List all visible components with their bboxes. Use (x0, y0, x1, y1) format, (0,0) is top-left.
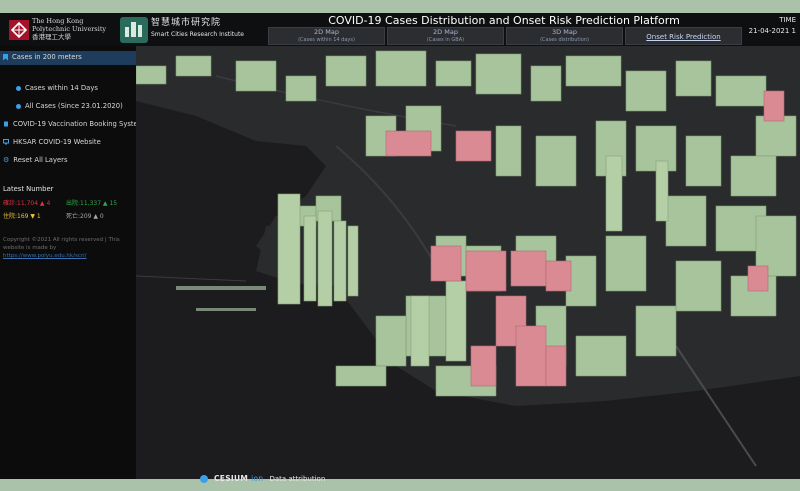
sidebar-item-reset-layers[interactable]: ⚙ Reset All Layers (3, 156, 68, 164)
dot-icon (16, 85, 21, 91)
cesium-logo-text: CESIUM ion (214, 474, 264, 483)
institute-name: 智慧城市研究院 Smart Cities Research Institute (151, 18, 245, 38)
sidebar-item-label: Cases in 200 meters (12, 53, 82, 61)
map-tabs: 2D Map (Cases within 14 days) 2D Map (Case… (268, 27, 744, 45)
data-attribution-link[interactable]: Data attribution (269, 475, 325, 483)
map-canvas (136, 46, 800, 479)
sidebar-item-label: Cases within 14 Days (25, 84, 98, 92)
sidebar-item-label: Reset All Layers (13, 156, 68, 164)
sidebar-item-vaccination-booking[interactable]: COVID-19 Vaccination Booking System (3, 120, 144, 128)
app-window: The Hong Kong Polytechnic University 香港理… (0, 13, 800, 483)
deaths-stat: 死亡:209 ▲ 0 (66, 213, 104, 220)
page-title: COVID-19 Cases Distribution and Onset Ri… (328, 14, 680, 27)
sidebar-item-cases-14-days[interactable]: Cases within 14 Days (16, 84, 98, 92)
sidebar-item-hksar-website[interactable]: HKSAR COVID-19 Website (3, 138, 101, 146)
sidebar-item-label: COVID-19 Vaccination Booking System (13, 120, 145, 128)
polyu-logo-icon (9, 20, 29, 40)
dot-icon (16, 103, 21, 109)
scri-logo-icon (120, 17, 148, 43)
gear-icon: ⚙ (3, 156, 10, 164)
recovered-stat: 出院:11,337 ▲ 15 (66, 200, 118, 207)
tab-2d-map-gba[interactable]: 2D Map (Cases in GBA) (387, 27, 504, 45)
sidebar-item-cases-200m[interactable]: Cases in 200 meters (3, 53, 82, 61)
3d-city-map[interactable] (136, 46, 800, 479)
latest-number-heading: Latest Number (3, 185, 54, 193)
sidebar-item-label: All Cases (Since 23.01.2020) (25, 102, 123, 110)
cesium-logo-icon (200, 474, 208, 483)
tab-onset-risk-prediction[interactable]: Onset Risk Prediction (625, 27, 742, 45)
bookmark-icon (3, 53, 8, 61)
sidebar-item-label: HKSAR COVID-19 Website (13, 138, 101, 146)
university-name: The Hong Kong Polytechnic University 香港理… (32, 17, 107, 41)
monitor-icon (3, 139, 9, 145)
time-display: TIME 21-04-2021 1 (748, 16, 796, 35)
sidebar-item-all-cases[interactable]: All Cases (Since 23.01.2020) (16, 102, 123, 110)
cesium-attribution: CESIUM ion Data attribution (200, 474, 325, 483)
sidebar: Cases in 200 meters Cases within 14 Days… (0, 46, 144, 479)
header-bar: The Hong Kong Polytechnic University 香港理… (0, 13, 800, 46)
confirmed-stat: 確診:11,704 ▲ 4 (3, 200, 51, 207)
scri-website-link[interactable]: https://www.polyu.edu.hk/scri/ (3, 253, 87, 259)
building-icon (4, 121, 8, 127)
hospitalized-stat: 住院:169 ▼ 1 (3, 213, 41, 220)
copyright-text: Copyright ©2021 All rights reserved | Th… (3, 237, 120, 259)
tab-2d-map-14-days[interactable]: 2D Map (Cases within 14 days) (268, 27, 385, 45)
tab-3d-map[interactable]: 3D Map (Cases distribution) (506, 27, 623, 45)
